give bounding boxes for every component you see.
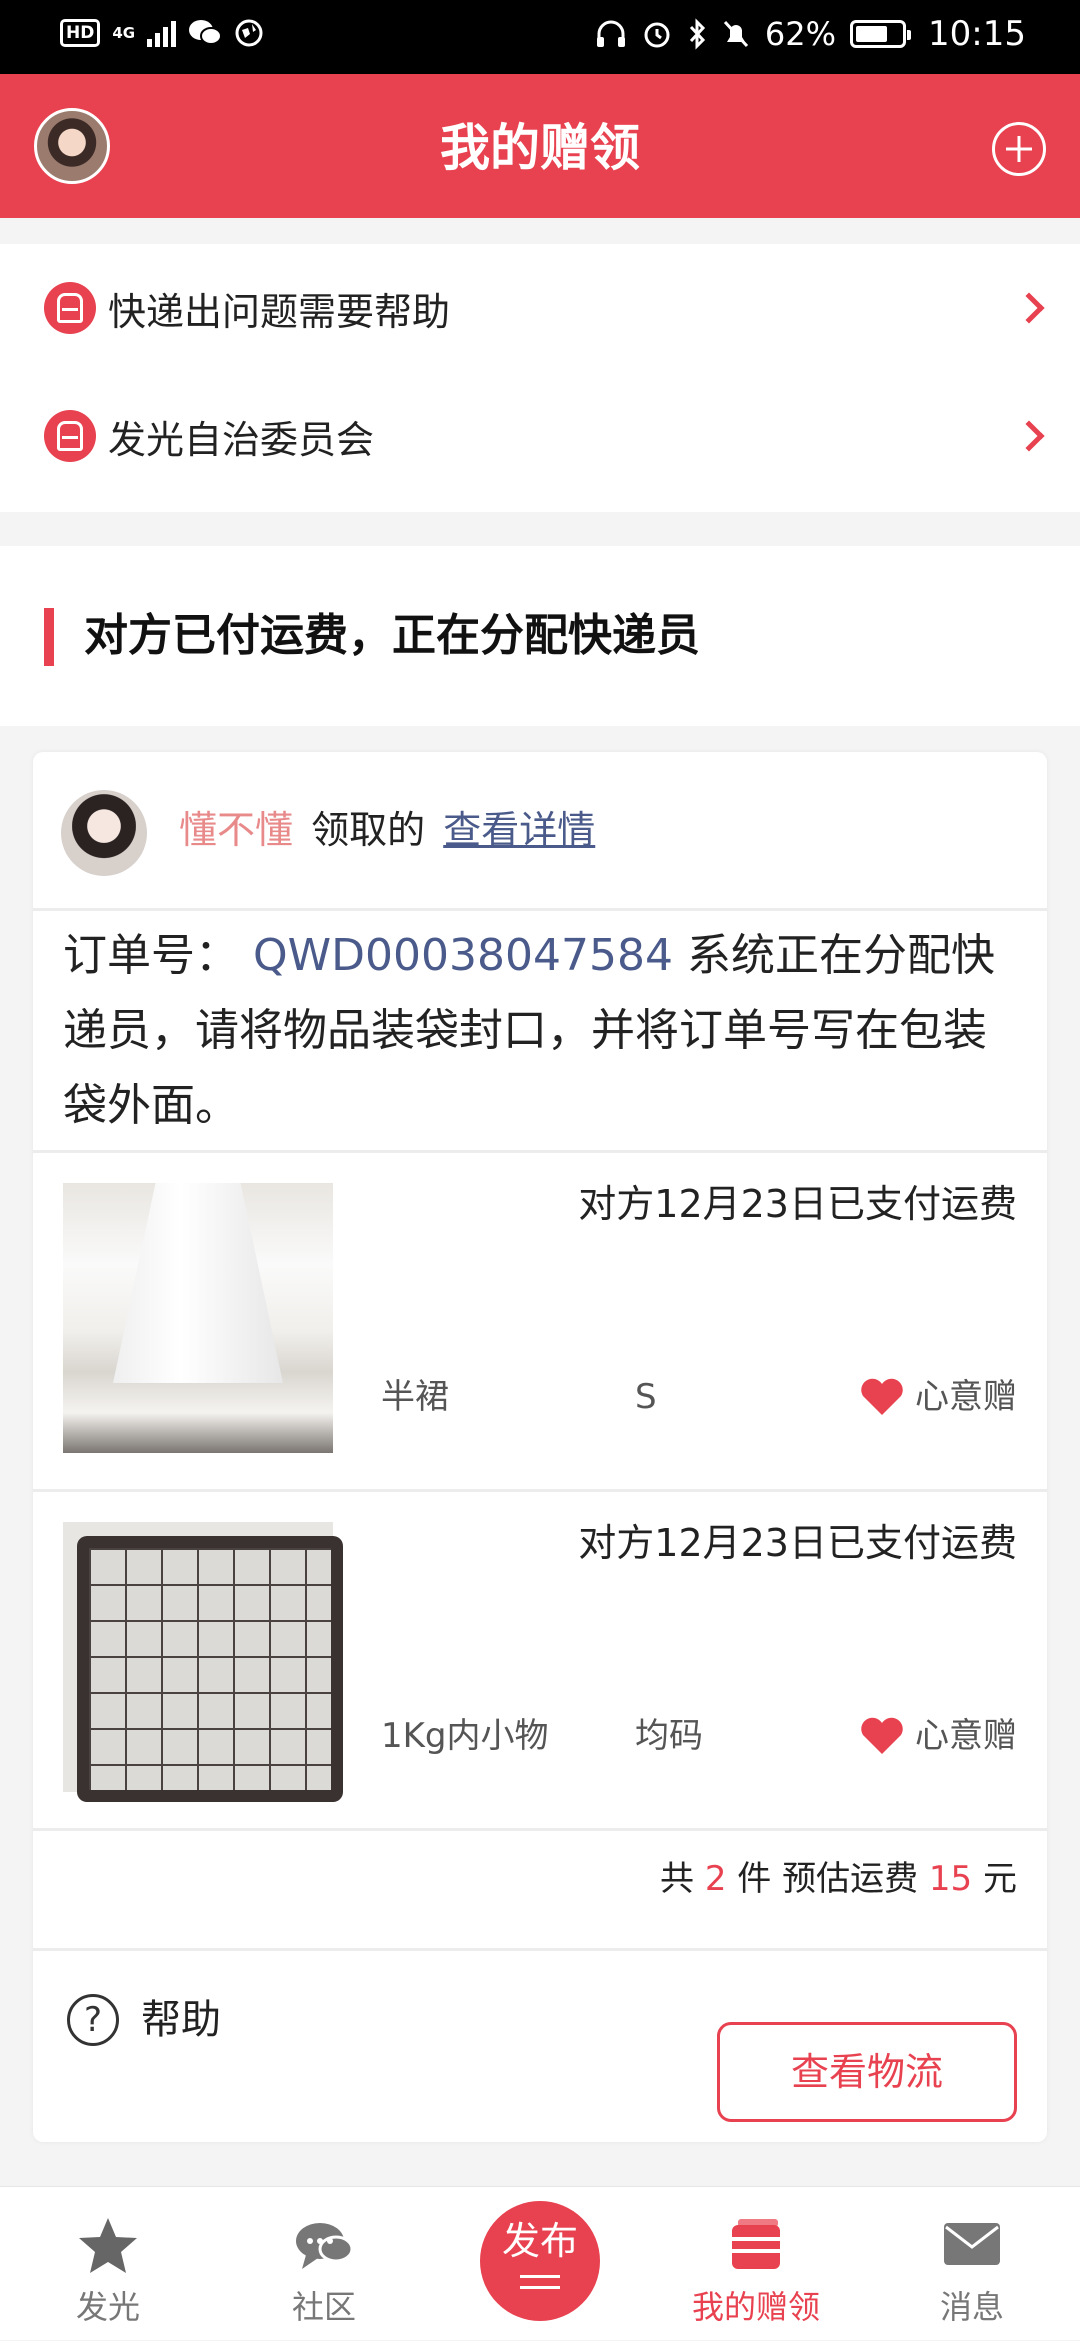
nav-item-messages[interactable]: 消息 xyxy=(864,2187,1080,2341)
claimer-avatar[interactable] xyxy=(61,790,147,876)
gift-label: 心意赠 xyxy=(915,1716,1017,1756)
gift-box-icon xyxy=(732,2219,780,2269)
chevron-right-icon xyxy=(1013,420,1045,452)
globe-icon xyxy=(235,19,263,47)
item-count: 2 xyxy=(704,1859,727,1899)
claim-line: 懂不懂 领取的 查看详情 xyxy=(179,804,595,856)
shipping-fee: 15 xyxy=(928,1859,973,1899)
alarm-icon xyxy=(644,22,670,48)
section-accent-bar xyxy=(44,608,54,666)
courier-icon xyxy=(44,282,96,334)
nav-item-glow[interactable]: 发光 xyxy=(0,2187,216,2341)
help-link-label: 快递出问题需要帮助 xyxy=(108,289,451,334)
gift-type: 心意赠 xyxy=(859,1373,1017,1421)
payment-status: 对方12月23日已支付运费 xyxy=(578,1182,1017,1226)
help-label[interactable]: 帮助 xyxy=(141,1992,221,2048)
item-photo[interactable] xyxy=(63,1183,333,1453)
chevron-right-icon xyxy=(1013,292,1045,324)
payment-status: 对方12月23日已支付运费 xyxy=(578,1521,1017,1565)
network-type: 4G xyxy=(112,24,136,42)
battery-icon xyxy=(850,20,912,48)
order-info: 订单号： QWD00038047584 系统正在分配快递员，请将物品装袋封口，并… xyxy=(63,908,1023,1143)
page-title: 我的赠领 xyxy=(440,119,640,177)
publish-label: 发布 xyxy=(501,2219,578,2263)
summary-fee-unit: 元 xyxy=(983,1859,1017,1899)
status-bar: HD 4G 62% 10:15 xyxy=(0,0,1080,74)
gift-type: 心意赠 xyxy=(859,1712,1017,1760)
mute-bell-icon xyxy=(723,20,748,48)
item-photo[interactable] xyxy=(63,1522,343,1802)
nav-item-my-gifts[interactable]: 我的赠领 xyxy=(648,2187,864,2341)
divider xyxy=(33,1828,1047,1831)
claimer-name[interactable]: 懂不懂 xyxy=(179,808,293,852)
add-button[interactable] xyxy=(992,122,1046,176)
nav-item-community[interactable]: 社区 xyxy=(216,2187,432,2341)
nav-label: 我的赠领 xyxy=(691,2288,820,2326)
mail-icon xyxy=(944,2223,1000,2265)
bottom-nav: 发光 社区 发布 我的赠领 消息 xyxy=(0,2186,1080,2340)
nav-label: 社区 xyxy=(291,2288,356,2326)
battery-percent: 62% xyxy=(764,15,837,53)
publish-button[interactable]: 发布 xyxy=(480,2201,600,2321)
item-name: 半裙 xyxy=(381,1377,449,1417)
item-size: 均码 xyxy=(635,1716,703,1756)
section-header: 对方已付运费，正在分配快递员 xyxy=(0,546,1080,726)
nav-label: 消息 xyxy=(939,2288,1004,2326)
item-name: 1Kg内小物 xyxy=(381,1716,549,1756)
app-header: 我的赠领 xyxy=(0,74,1080,218)
order-number: QWD00038047584 xyxy=(253,930,673,981)
clock: 10:15 xyxy=(928,14,1026,54)
help-link-committee[interactable]: 发光自治委员会 xyxy=(0,372,1080,500)
headphones-icon xyxy=(596,20,625,47)
signal-icon xyxy=(147,19,177,47)
summary-prefix: 共 xyxy=(660,1859,695,1899)
nav-label: 发光 xyxy=(75,2288,140,2326)
heart-icon xyxy=(861,1378,903,1415)
courier-icon xyxy=(44,410,96,462)
order-label: 订单号： xyxy=(63,930,239,981)
section-title: 对方已付运费，正在分配快递员 xyxy=(84,610,700,661)
status-bar-right: 62% 10:15 xyxy=(595,14,1026,54)
star-icon xyxy=(79,2218,137,2273)
view-logistics-button[interactable]: 查看物流 xyxy=(717,2022,1017,2122)
publish-icon xyxy=(520,2275,560,2289)
order-item[interactable]: 对方12月23日已支付运费 半裙 S 心意赠 xyxy=(33,1153,1047,1489)
help-link-express[interactable]: 快递出问题需要帮助 xyxy=(0,244,1080,372)
bluetooth-icon xyxy=(689,18,705,50)
divider xyxy=(33,1948,1047,1951)
order-summary: 共 2 件 预估运费 15 元 xyxy=(660,1852,1017,1906)
view-details-link[interactable]: 查看详情 xyxy=(443,808,595,852)
item-size: S xyxy=(635,1377,657,1417)
help-icon[interactable]: ? xyxy=(67,1994,119,2046)
summary-count-unit: 件 预估运费 xyxy=(737,1859,919,1899)
chat-bubble-icon xyxy=(296,2223,354,2269)
order-card: 懂不懂 领取的 查看详情 订单号： QWD00038047584 系统正在分配快… xyxy=(33,752,1047,2142)
heart-icon xyxy=(861,1717,903,1754)
help-links: 快递出问题需要帮助 发光自治委员会 xyxy=(0,244,1080,512)
gift-label: 心意赠 xyxy=(915,1377,1017,1417)
hd-indicator: HD xyxy=(60,19,101,47)
help-link-label: 发光自治委员会 xyxy=(108,417,375,462)
order-item[interactable]: 对方12月23日已支付运费 1Kg内小物 均码 心意赠 xyxy=(33,1492,1047,1828)
status-bar-left: HD 4G xyxy=(60,18,264,48)
claim-verb: 领取的 xyxy=(311,808,426,852)
wechat-icon xyxy=(189,20,223,45)
